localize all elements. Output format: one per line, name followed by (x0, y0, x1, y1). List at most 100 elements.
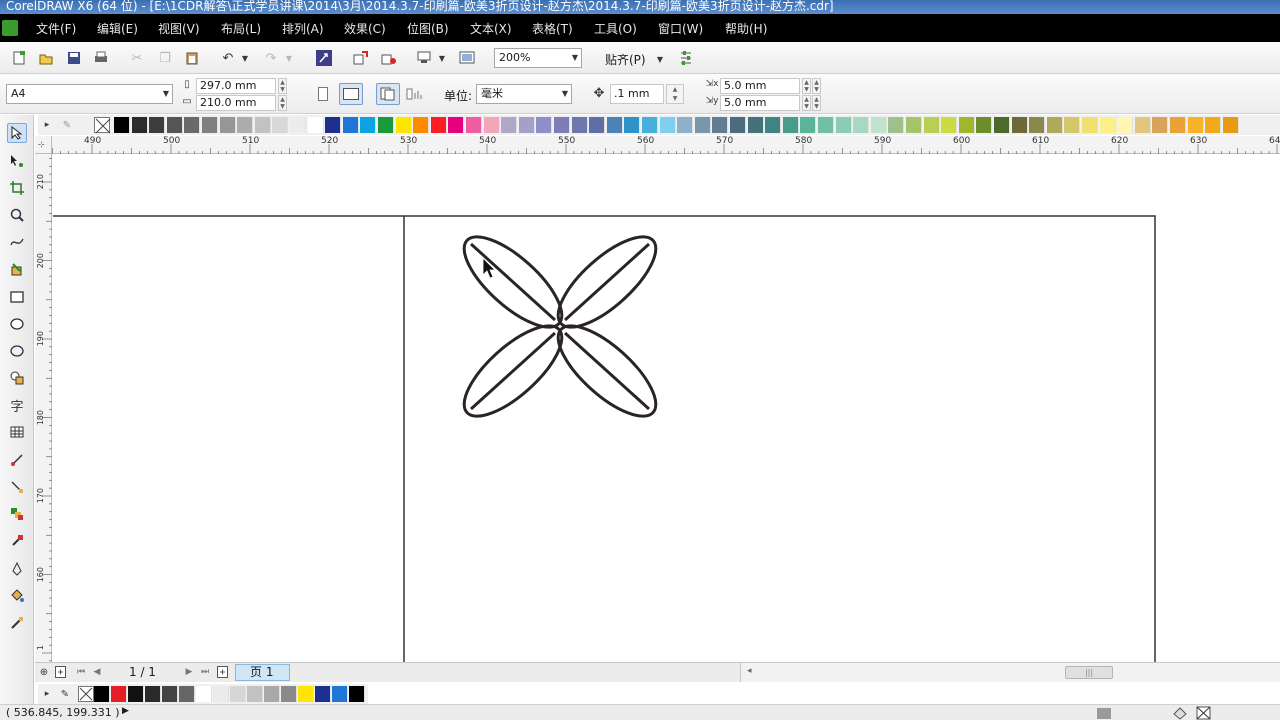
snap-to-button[interactable]: 贴齐(P) (605, 51, 646, 68)
status-expand-icon[interactable]: ▶ (122, 706, 129, 716)
zoom-page-icon[interactable]: ⊕ (37, 664, 51, 680)
color-swatch[interactable] (765, 117, 782, 133)
document-palette-menu-icon[interactable]: ▸ (40, 686, 54, 702)
menu-edit[interactable]: 编辑(E) (97, 20, 138, 37)
color-swatch[interactable] (1029, 117, 1046, 133)
paste-icon[interactable] (183, 49, 201, 67)
color-swatch[interactable] (589, 117, 606, 133)
color-swatch[interactable] (1134, 117, 1151, 133)
duplicate-x-spinner-2[interactable]: ▲ ▼ (812, 78, 821, 94)
menu-view[interactable]: 视图(V) (158, 20, 200, 37)
document-no-color-swatch[interactable] (78, 686, 94, 702)
color-swatch[interactable] (202, 117, 218, 133)
document-palette-eyedropper-icon[interactable]: ✎ (58, 686, 72, 702)
interactive-fill-tool-icon[interactable] (7, 613, 27, 633)
color-swatch[interactable] (923, 117, 940, 133)
outline-pen-tool-icon[interactable] (7, 559, 27, 579)
ruler-origin[interactable]: ⊹ (35, 136, 52, 154)
menu-window[interactable]: 窗口(W) (658, 20, 703, 37)
connector-tool-icon[interactable] (7, 477, 27, 497)
menu-text[interactable]: 文本(X) (470, 20, 512, 37)
color-swatch[interactable] (624, 117, 641, 133)
blend-tool-icon[interactable] (7, 504, 27, 524)
print-icon[interactable] (92, 49, 110, 67)
color-swatch[interactable] (1046, 117, 1063, 133)
options-icon[interactable] (677, 49, 695, 67)
fill-tool-icon[interactable] (7, 586, 27, 606)
table-tool-icon[interactable] (7, 422, 27, 442)
color-swatch[interactable] (835, 117, 852, 133)
horizontal-scrollbar[interactable]: ◂ ||| (740, 663, 1280, 682)
redo-icon[interactable]: ↷ (262, 49, 280, 67)
add-page-before-icon[interactable] (53, 664, 67, 680)
color-swatch[interactable] (448, 117, 465, 133)
duplicate-y-field[interactable]: 5.0 mm (720, 95, 800, 111)
page-height-spinner[interactable]: ▲ ▼ (278, 95, 287, 111)
status-color-proof-icon[interactable] (1097, 708, 1111, 719)
vertical-ruler[interactable]: 210 200 190 180 170 160 1 (35, 103, 52, 662)
color-swatch[interactable] (853, 117, 870, 133)
nudge-distance-field[interactable]: .1 mm (610, 84, 664, 104)
color-swatch[interactable] (184, 117, 201, 133)
duplicate-x-spinner[interactable]: ▲ ▼ (802, 78, 811, 94)
current-page-icon[interactable] (405, 85, 423, 103)
color-swatch[interactable] (571, 117, 588, 133)
document-color-swatch[interactable] (213, 686, 229, 702)
scrollbar-thumb[interactable]: ||| (1065, 666, 1113, 679)
color-swatch[interactable] (149, 117, 166, 133)
copy-icon[interactable]: ❐ (156, 49, 174, 67)
color-swatch[interactable] (378, 117, 394, 133)
color-swatch[interactable] (976, 117, 993, 133)
page-width-field[interactable]: 297.0 mm (196, 78, 276, 94)
search-content-icon[interactable] (315, 49, 333, 67)
menu-layout[interactable]: 布局(L) (221, 20, 261, 37)
paper-size-combo[interactable]: A4 ▼ (6, 84, 173, 104)
color-swatch[interactable] (413, 117, 430, 133)
text-tool-icon[interactable]: 字 (7, 395, 27, 415)
scroll-left-icon[interactable]: ◂ (747, 666, 752, 676)
menu-arrange[interactable]: 排列(A) (282, 20, 324, 37)
color-swatch[interactable] (818, 117, 834, 133)
color-swatch[interactable] (994, 117, 1010, 133)
color-swatch[interactable] (1222, 117, 1239, 133)
color-swatch[interactable] (1205, 117, 1222, 133)
document-color-swatch[interactable] (111, 686, 127, 702)
freehand-tool-icon[interactable] (7, 232, 27, 252)
open-icon[interactable] (37, 49, 55, 67)
eyedropper-icon[interactable]: ✎ (60, 117, 74, 133)
drawing-area[interactable] (53, 155, 1280, 662)
prev-page-icon[interactable]: ◀ (91, 664, 103, 680)
redo-dropdown-icon[interactable]: ▼ (284, 49, 294, 67)
menu-effects[interactable]: 效果(C) (344, 20, 386, 37)
color-swatch[interactable] (606, 117, 623, 133)
document-color-swatch[interactable] (264, 686, 280, 702)
color-swatch[interactable] (395, 117, 412, 133)
snap-dropdown-icon[interactable]: ▼ (655, 50, 665, 68)
color-swatch[interactable] (1099, 117, 1116, 133)
color-swatch[interactable] (888, 117, 905, 133)
color-swatch[interactable] (237, 117, 254, 133)
color-swatch[interactable] (290, 117, 306, 133)
color-swatch[interactable] (1187, 117, 1204, 133)
document-color-swatch[interactable] (94, 686, 110, 702)
next-page-icon[interactable]: ▶ (183, 664, 195, 680)
color-swatch[interactable] (730, 117, 746, 133)
color-swatch[interactable] (659, 117, 676, 133)
portrait-icon[interactable] (314, 85, 332, 103)
page-height-field[interactable]: 210.0 mm (196, 95, 276, 111)
menu-table[interactable]: 表格(T) (532, 20, 573, 37)
app-logo-icon[interactable] (2, 20, 18, 36)
document-color-swatch[interactable] (230, 686, 246, 702)
horizontal-ruler[interactable]: 490 500 510 520 530 540 550 560 570 580 590 600 610 6… (12, 136, 1280, 154)
color-swatch[interactable] (1011, 117, 1028, 133)
document-color-swatch[interactable] (179, 686, 195, 702)
document-color-swatch[interactable] (247, 686, 263, 702)
import-icon[interactable] (352, 49, 370, 67)
document-color-swatch[interactable] (349, 686, 365, 702)
crop-tool-icon[interactable] (7, 178, 27, 198)
color-swatch[interactable] (712, 117, 729, 133)
color-swatch[interactable] (254, 117, 271, 133)
document-color-swatch[interactable] (315, 686, 331, 702)
color-swatch[interactable] (325, 117, 342, 133)
document-color-swatch[interactable] (145, 686, 161, 702)
